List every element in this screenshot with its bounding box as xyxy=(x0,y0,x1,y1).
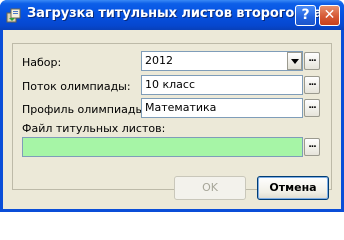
dialog-body: Набор: 2012 ... Поток олимпиады: 10 клас… xyxy=(3,30,341,209)
window-title: Загрузка титульных листов второго этапа xyxy=(27,6,340,21)
potok-field[interactable]: 10 класс xyxy=(141,75,303,95)
profil-browse-button[interactable]: ... xyxy=(304,99,320,117)
title-bar[interactable]: Загрузка титульных листов второго этапа … xyxy=(0,0,344,30)
potok-browse-button[interactable]: ... xyxy=(304,76,320,94)
potok-value: 10 класс xyxy=(145,78,196,91)
close-button[interactable]: ✕ xyxy=(319,5,340,26)
dialog-window: Загрузка титульных листов второго этапа … xyxy=(0,0,344,212)
cancel-button[interactable]: Отмена xyxy=(257,176,329,200)
file-label: Файл титульных листов: xyxy=(22,122,166,135)
nabor-select[interactable]: 2012 xyxy=(141,51,303,71)
file-browse-button[interactable]: ... xyxy=(304,138,320,156)
help-button[interactable]: ? xyxy=(295,5,316,26)
profil-value: Математика xyxy=(145,101,217,114)
app-icon xyxy=(6,8,21,23)
nabor-value: 2012 xyxy=(145,54,173,67)
profil-field[interactable]: Математика xyxy=(141,98,303,118)
profil-label: Профиль олимпиады: xyxy=(22,103,148,116)
potok-label: Поток олимпиады: xyxy=(22,80,131,93)
file-path-field[interactable] xyxy=(22,137,303,157)
chevron-down-icon[interactable] xyxy=(287,52,302,70)
ok-button[interactable]: OK xyxy=(174,176,246,200)
nabor-label: Набор: xyxy=(22,56,62,69)
nabor-browse-button[interactable]: ... xyxy=(304,52,320,70)
